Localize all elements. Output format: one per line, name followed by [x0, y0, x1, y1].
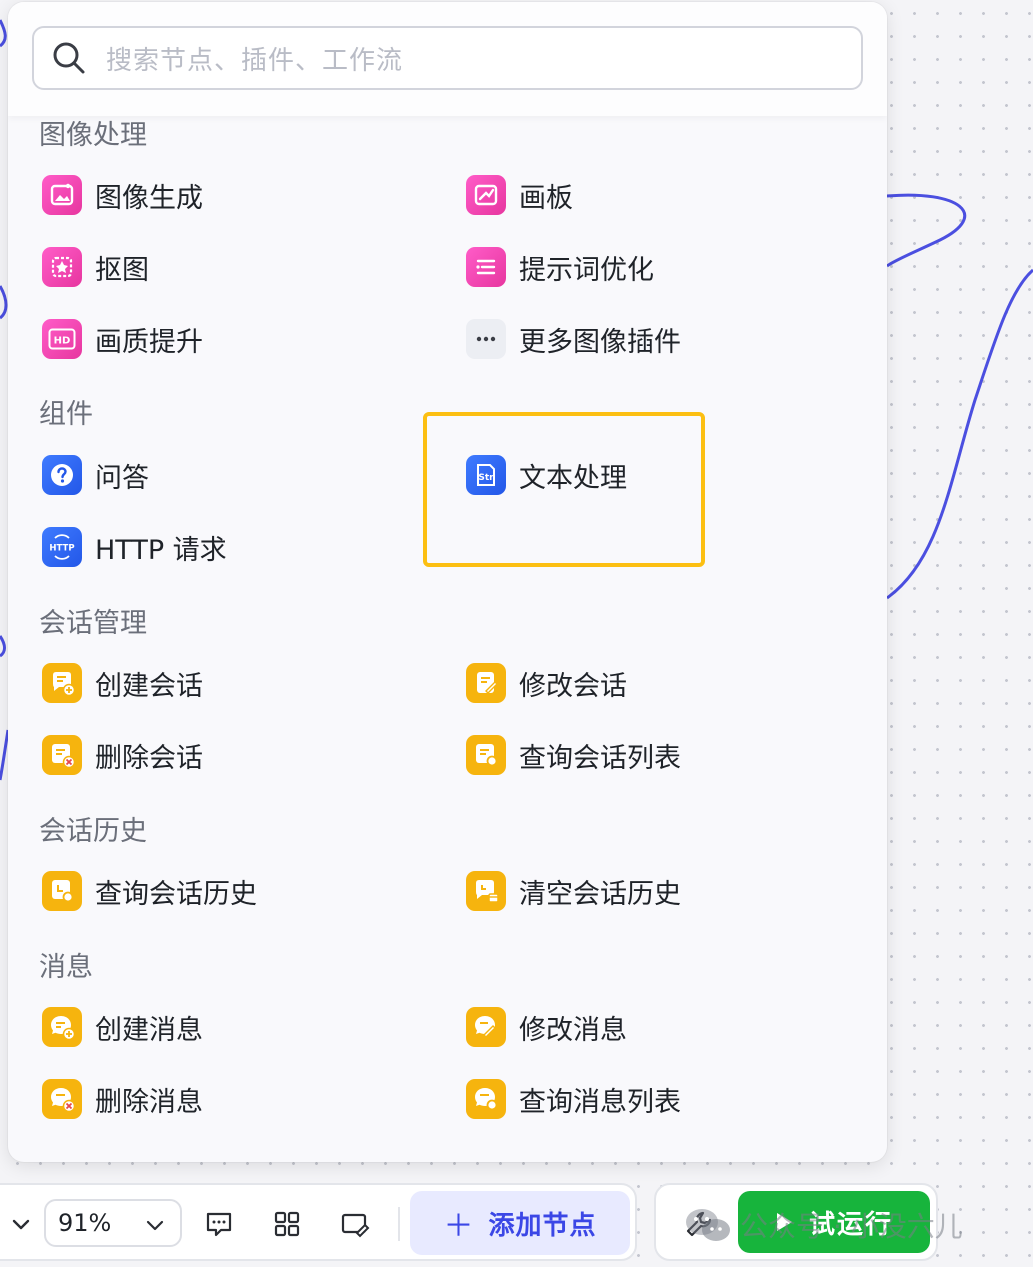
node-item-create-message[interactable]: 创建消息 — [42, 1001, 203, 1053]
test-run-label: 试运行 — [808, 1209, 893, 1240]
node-item-label: 问答 — [95, 462, 149, 494]
node-item-hd-quality[interactable]: HD 画质提升 — [42, 313, 203, 365]
node-item-label: 创建会话 — [95, 670, 203, 702]
node-item-label: HTTP 请求 — [95, 534, 227, 566]
layout-grid-icon[interactable] — [272, 1209, 302, 1239]
node-item-label: 查询会话列表 — [519, 742, 681, 774]
prompt-optimize-icon — [466, 247, 506, 287]
node-item-label: 更多图像插件 — [519, 326, 681, 358]
edit-conversation-icon — [466, 663, 506, 703]
create-conversation-icon — [42, 663, 82, 703]
toolbar-divider — [398, 1207, 400, 1241]
node-item-image-generate[interactable]: 图像生成 — [42, 169, 203, 221]
node-item-label: 抠图 — [95, 254, 149, 286]
node-item-label: 画板 — [519, 182, 573, 214]
node-item-label: 查询会话历史 — [95, 878, 257, 910]
node-item-label: 画质提升 — [95, 326, 203, 358]
edit-message-icon — [466, 1007, 506, 1047]
canvas-board-icon — [466, 175, 506, 215]
node-item-create-conversation[interactable]: 创建会话 — [42, 657, 203, 709]
search-placeholder: 搜索节点、插件、工作流 — [106, 45, 404, 76]
hd-icon-text: HD — [54, 336, 71, 347]
wrench-icon[interactable] — [684, 1209, 714, 1239]
http-request-icon: HTTP — [42, 527, 82, 567]
add-node-label: 添加节点 — [488, 1210, 597, 1241]
section-title-component: 组件 — [39, 399, 93, 430]
node-item-cutout[interactable]: 抠图 — [42, 241, 149, 293]
add-node-button[interactable]: ＋ 添加节点 — [410, 1191, 630, 1255]
node-item-query-message-list[interactable]: 查询消息列表 — [466, 1073, 681, 1125]
node-item-label: 查询消息列表 — [519, 1086, 681, 1118]
node-item-http-request[interactable]: HTTP HTTP 请求 — [42, 521, 227, 573]
node-item-label: 删除消息 — [95, 1086, 203, 1118]
node-item-label: 图像生成 — [95, 182, 203, 214]
zoom-select[interactable]: 91% — [44, 1199, 182, 1247]
delete-conversation-icon — [42, 735, 82, 775]
http-icon-text: HTTP — [49, 544, 74, 554]
delete-message-icon — [42, 1079, 82, 1119]
node-item-canvas-board[interactable]: 画板 — [466, 169, 573, 221]
hd-quality-icon: HD — [42, 319, 82, 359]
chevron-down-icon — [146, 1220, 164, 1231]
section-title-history: 会话历史 — [39, 816, 147, 847]
section-title-message: 消息 — [39, 952, 93, 983]
node-item-query-history[interactable]: 查询会话历史 — [42, 865, 257, 917]
clear-history-icon — [466, 871, 506, 911]
section-title-conversation: 会话管理 — [39, 608, 147, 639]
node-item-edit-conversation[interactable]: 修改会话 — [466, 657, 627, 709]
node-item-label: 创建消息 — [95, 1014, 203, 1046]
node-item-question[interactable]: 问答 — [42, 449, 149, 501]
image-generate-icon — [42, 175, 82, 215]
node-item-clear-history[interactable]: 清空会话历史 — [466, 865, 681, 917]
node-item-delete-conversation[interactable]: 删除会话 — [42, 729, 203, 781]
zoom-value: 91% — [58, 1209, 112, 1237]
node-item-more-image-plugins[interactable]: 更多图像插件 — [466, 313, 681, 365]
node-item-label: 修改消息 — [519, 1014, 627, 1046]
more-dots-icon — [466, 319, 506, 359]
search-icon — [53, 42, 85, 74]
add-node-panel: 搜索节点、插件、工作流 图像处理 图像生成 画板 抠图 提示词优化 HD 画质提… — [8, 2, 887, 1162]
chevron-down-icon[interactable] — [10, 1213, 32, 1235]
node-item-label: 清空会话历史 — [519, 878, 681, 910]
add-note-icon[interactable] — [340, 1209, 370, 1239]
search-input[interactable]: 搜索节点、插件、工作流 — [32, 26, 863, 90]
node-item-label: 提示词优化 — [519, 254, 654, 286]
node-item-label: 修改会话 — [519, 670, 627, 702]
node-item-prompt-optimize[interactable]: 提示词优化 — [466, 241, 654, 293]
node-item-edit-message[interactable]: 修改消息 — [466, 1001, 627, 1053]
play-icon — [776, 1213, 792, 1231]
comment-icon[interactable] — [204, 1209, 234, 1239]
cutout-icon — [42, 247, 82, 287]
run-toolbar: 试运行 — [654, 1183, 938, 1261]
plus-icon: ＋ — [443, 1209, 475, 1244]
query-conversation-list-icon — [466, 735, 506, 775]
search-bar-area: 搜索节点、插件、工作流 — [8, 2, 887, 116]
node-item-query-conversation-list[interactable]: 查询会话列表 — [466, 729, 681, 781]
question-icon — [42, 455, 82, 495]
section-title-image: 图像处理 — [39, 120, 147, 151]
test-run-button[interactable]: 试运行 — [738, 1191, 930, 1253]
highlight-box — [423, 412, 705, 567]
bottom-toolbar: 91% ＋ 添加节点 — [0, 1183, 637, 1261]
create-message-icon — [42, 1007, 82, 1047]
query-message-list-icon — [466, 1079, 506, 1119]
node-item-delete-message[interactable]: 删除消息 — [42, 1073, 203, 1125]
node-item-label: 删除会话 — [95, 742, 203, 774]
query-history-icon — [42, 871, 82, 911]
